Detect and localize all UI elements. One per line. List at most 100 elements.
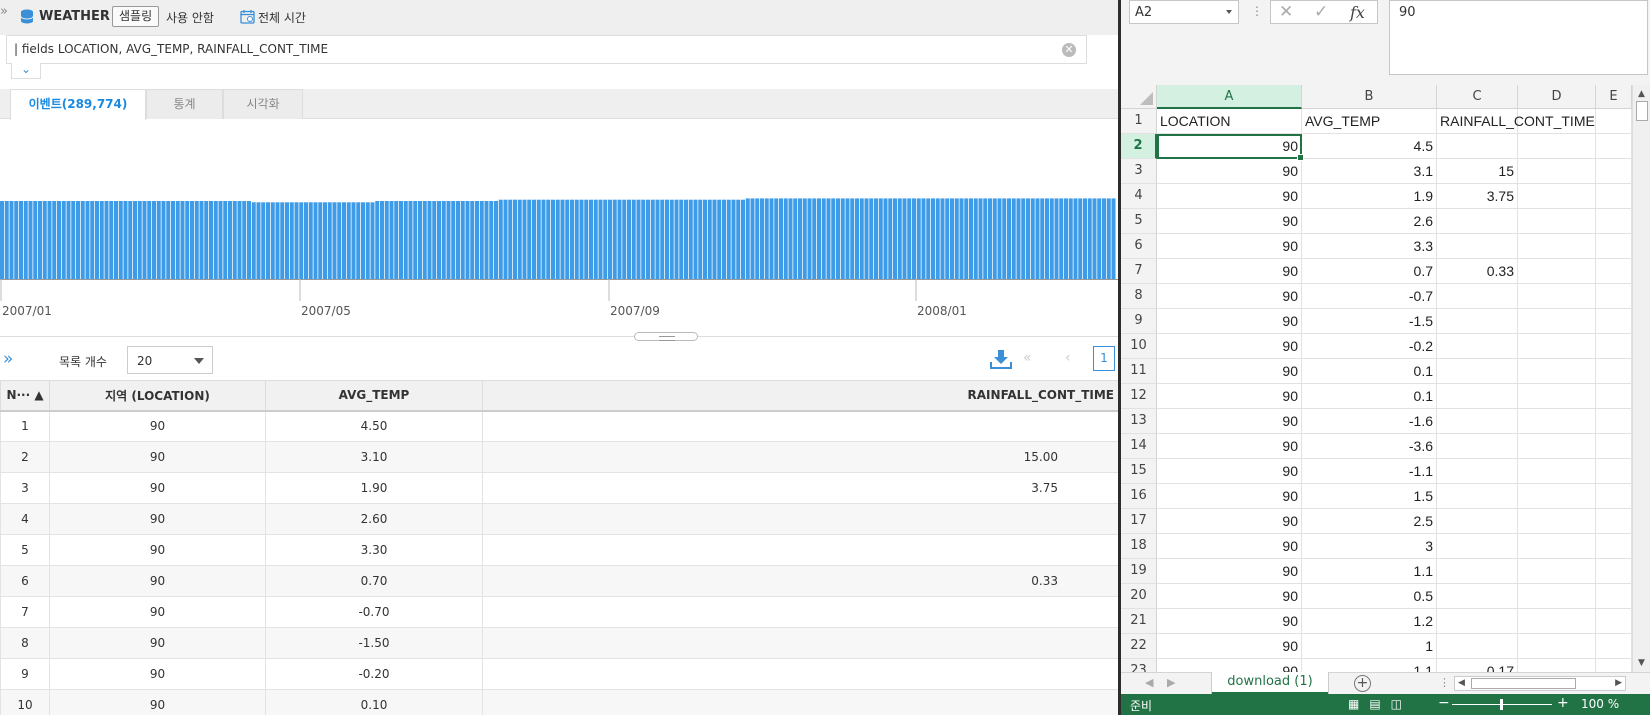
worksheet-grid[interactable]: A B C D E 1 LOCATION AVG_TEMP RAINFALL_CONT_TIME… (1121, 85, 1650, 672)
cell-number[interactable]: 10 (0, 689, 50, 715)
sheet-cell[interactable] (1437, 134, 1518, 159)
timeline-bar[interactable] (1059, 198, 1064, 279)
cell-avg-temp[interactable]: 3.10 (265, 441, 483, 473)
timeline-bar[interactable] (579, 199, 584, 279)
timeline-bar[interactable] (817, 198, 821, 279)
column-header-a[interactable]: A (1157, 85, 1302, 109)
sheet-cell[interactable]: 90 (1157, 184, 1302, 209)
timeline-bar[interactable] (883, 198, 888, 279)
timeline-bar[interactable] (475, 201, 479, 279)
sheet-cell[interactable]: -0.7 (1302, 284, 1437, 309)
timeline-bar[interactable] (988, 198, 992, 279)
sheet-cell[interactable] (1437, 559, 1518, 584)
timeline-bar[interactable] (954, 198, 959, 279)
sheet-cell[interactable]: 90 (1157, 284, 1302, 309)
timeline-bar[interactable] (180, 201, 185, 279)
column-header-d[interactable]: D (1518, 85, 1596, 109)
timeline-bar[interactable] (90, 201, 95, 279)
timeline-bar[interactable] (669, 199, 674, 279)
sheet-cell[interactable]: 90 (1157, 434, 1302, 459)
timeline-bar[interactable] (722, 199, 726, 279)
sheet-cell[interactable] (1437, 209, 1518, 234)
sheet-cell[interactable]: 2.6 (1302, 209, 1437, 234)
timeline-bar[interactable] (114, 201, 118, 279)
timeline-bar[interactable] (503, 199, 508, 279)
sheet-cell[interactable] (1596, 234, 1632, 259)
timeline-bar[interactable] (109, 201, 114, 279)
timeline-bar[interactable] (199, 201, 204, 279)
timeline-bar[interactable] (603, 199, 608, 279)
sheet-cell[interactable]: 3.3 (1302, 234, 1437, 259)
timeline-bar[interactable] (779, 198, 783, 279)
timeline-bar[interactable] (897, 198, 902, 279)
timeline-bar[interactable] (513, 199, 517, 279)
expand-fields-icon[interactable]: » (3, 349, 13, 369)
sheet-cell[interactable] (1518, 584, 1596, 609)
timeline-bar[interactable] (973, 198, 978, 279)
timeline-bar[interactable] (33, 201, 38, 279)
timeline-bar[interactable] (460, 201, 465, 279)
timeline-bar[interactable] (1040, 198, 1045, 279)
timeline-bar[interactable] (232, 201, 237, 279)
timeline-bar[interactable] (161, 201, 166, 279)
sheet-cell[interactable] (1518, 409, 1596, 434)
timeline-bar[interactable] (655, 199, 660, 279)
timeline-bar[interactable] (598, 199, 603, 279)
sheet-cell[interactable] (1596, 259, 1632, 284)
timeline-bar[interactable] (19, 201, 23, 279)
timeline-bar[interactable] (1111, 198, 1116, 279)
sheet-cell[interactable]: 90 (1157, 309, 1302, 334)
column-header-number[interactable]: N··· ▲ (0, 380, 50, 412)
sheet-cell[interactable] (1596, 284, 1632, 309)
cell-location[interactable]: 90 (49, 503, 266, 535)
next-sheet-icon[interactable]: ▶ (1167, 676, 1175, 689)
timeline-bar[interactable] (266, 202, 270, 279)
timeline-bar[interactable] (859, 198, 864, 279)
timeline-bar[interactable] (218, 201, 223, 279)
row-header[interactable]: 12 (1121, 384, 1157, 409)
query-text[interactable]: | fields LOCATION, AVG_TEMP, RAINFALL_CO… (14, 42, 328, 56)
timeline-bar[interactable] (878, 198, 883, 279)
sheet-cell[interactable]: 90 (1157, 259, 1302, 284)
timeline-bar[interactable] (251, 202, 256, 279)
scroll-thumb[interactable] (1471, 678, 1576, 689)
column-header-rainfall[interactable]: RAINFALL_CONT_TIME (482, 380, 1118, 412)
timeline-bar[interactable] (650, 199, 655, 279)
timeline-bar[interactable] (1087, 198, 1092, 279)
timeline-bar[interactable] (175, 201, 180, 279)
sheet-cell[interactable]: 1.2 (1302, 609, 1437, 634)
chevron-down-icon[interactable]: ⌄ (11, 63, 41, 79)
timeline-bar[interactable] (798, 198, 802, 279)
timeline-bar[interactable] (774, 198, 779, 279)
timeline-bar[interactable] (80, 201, 85, 279)
cell-rainfall[interactable]: 0.33 (482, 565, 1118, 597)
sheet-cell[interactable] (1518, 159, 1596, 184)
column-header-avg-temp[interactable]: AVG_TEMP (265, 380, 483, 412)
timeline-bar[interactable] (489, 201, 494, 279)
timeline-bar[interactable] (826, 198, 831, 279)
timeline-bar[interactable] (888, 198, 893, 279)
prev-sheet-icon[interactable]: ◀ (1145, 676, 1153, 689)
timeline-bar[interactable] (194, 201, 199, 279)
sheet-cell[interactable] (1596, 384, 1632, 409)
timeline-bar[interactable] (418, 201, 422, 279)
timeline-bar[interactable] (437, 201, 441, 279)
timeline-bar[interactable] (237, 201, 242, 279)
timeline-bar[interactable] (907, 198, 912, 279)
timeline-bar[interactable] (261, 202, 266, 279)
timeline-bar[interactable] (465, 201, 470, 279)
timeline-bar[interactable] (807, 198, 812, 279)
cell-avg-temp[interactable]: 0.70 (265, 565, 483, 597)
first-page-icon[interactable]: « (1023, 350, 1032, 366)
timeline-bar[interactable] (456, 201, 460, 279)
sheet-cell[interactable] (1518, 359, 1596, 384)
sampling-button[interactable]: 샘플링 (112, 6, 160, 27)
scroll-right-icon[interactable]: ▶ (1615, 678, 1622, 688)
timeline-bar[interactable] (61, 201, 66, 279)
timeline-bar[interactable] (85, 201, 90, 279)
sheet-cell[interactable] (1596, 634, 1632, 659)
cell-rainfall[interactable] (482, 596, 1118, 628)
sheet-cell[interactable] (1437, 484, 1518, 509)
timeline-bar[interactable] (750, 198, 755, 279)
timeline-bar[interactable] (308, 202, 313, 279)
